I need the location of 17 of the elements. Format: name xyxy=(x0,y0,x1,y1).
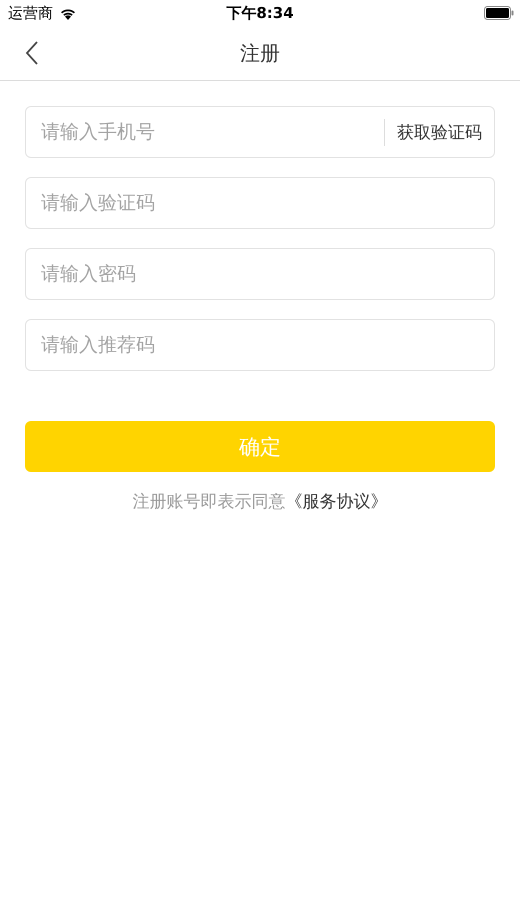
text-input[interactable]: 请输入验证码 xyxy=(39,191,482,215)
battery-icon xyxy=(484,6,514,20)
back-button[interactable] xyxy=(24,40,40,66)
get-code-button[interactable]: 获取验证码 xyxy=(397,120,482,144)
text-input[interactable]: 请输入手机号 xyxy=(39,120,384,144)
clock-time: 下午8:34 xyxy=(226,4,294,22)
wifi-icon xyxy=(59,6,77,20)
input-field[interactable]: 请输入密码 xyxy=(25,248,495,300)
agreement-link[interactable]: 《服务协议》 xyxy=(286,490,388,513)
carrier-name: 运营商 xyxy=(8,4,53,22)
text-input[interactable]: 请输入推荐码 xyxy=(39,333,482,357)
text-input[interactable]: 请输入密码 xyxy=(39,262,482,286)
agreement-text: 注册账号即表示同意 xyxy=(132,491,286,513)
input-field[interactable]: 请输入验证码 xyxy=(25,177,495,229)
input-field[interactable]: 请输入推荐码 xyxy=(25,319,495,371)
input-field[interactable]: 请输入手机号 获取验证码 xyxy=(25,106,495,158)
page-title: 注册 xyxy=(240,40,280,66)
